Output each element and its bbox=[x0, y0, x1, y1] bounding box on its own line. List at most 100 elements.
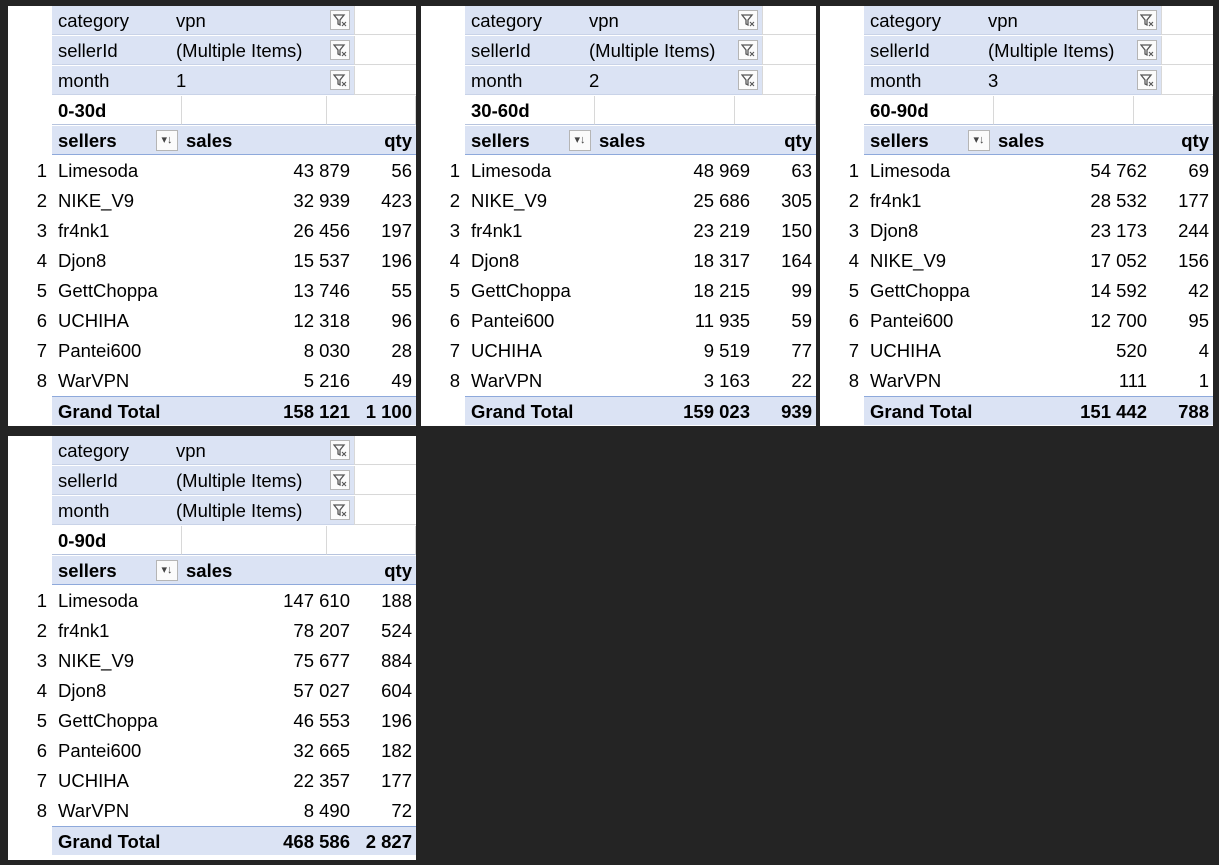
filter-funnel-icon[interactable] bbox=[330, 40, 350, 60]
table-row: 8 WarVPN 3 163 22 bbox=[421, 366, 816, 396]
filter-row-month: month 2 bbox=[421, 66, 816, 96]
filter-funnel-icon[interactable] bbox=[330, 500, 350, 520]
column-header-sellers[interactable]: sellers ▾↓ bbox=[52, 556, 182, 585]
seller-name: UCHIHA bbox=[870, 340, 941, 361]
filter-label: category bbox=[465, 6, 585, 35]
filter-button-cell bbox=[327, 436, 354, 465]
sales-value: 26 456 bbox=[293, 220, 350, 241]
qty-value: 305 bbox=[781, 190, 812, 211]
empty-cell bbox=[1161, 36, 1213, 65]
filter-row-month: month 3 bbox=[820, 66, 1213, 96]
filter-row-category: category vpn bbox=[421, 6, 816, 36]
row-index: 4 bbox=[848, 250, 859, 271]
filter-funnel-icon[interactable] bbox=[1137, 70, 1157, 90]
filter-funnel-icon[interactable] bbox=[738, 40, 758, 60]
seller-name: fr4nk1 bbox=[471, 220, 523, 241]
sales-value: 8 490 bbox=[303, 800, 350, 821]
table-row: 3 fr4nk1 23 219 150 bbox=[421, 216, 816, 246]
table-row: 5 GettChoppa 46 553 196 bbox=[8, 706, 416, 736]
filter-value: (Multiple Items) bbox=[585, 36, 735, 65]
period-label: 60-90d bbox=[864, 96, 994, 125]
sales-value: 12 700 bbox=[1090, 310, 1147, 331]
seller-name: fr4nk1 bbox=[58, 620, 110, 641]
sales-value: 78 207 bbox=[293, 620, 350, 641]
filter-button-cell bbox=[735, 36, 762, 65]
sort-descending-icon[interactable]: ▾↓ bbox=[156, 130, 178, 151]
qty-value: 524 bbox=[381, 620, 412, 641]
filter-funnel-icon[interactable] bbox=[330, 10, 350, 30]
table-row: 3 fr4nk1 26 456 197 bbox=[8, 216, 416, 246]
qty-value: 56 bbox=[391, 160, 412, 181]
grand-total-sales: 158 121 bbox=[182, 396, 356, 425]
filter-funnel-icon[interactable] bbox=[1137, 40, 1157, 60]
column-header-sales: sales bbox=[595, 126, 756, 155]
filter-value: 1 bbox=[172, 66, 327, 95]
sales-value: 54 762 bbox=[1090, 160, 1147, 181]
row-index: 6 bbox=[36, 310, 47, 331]
filter-funnel-icon[interactable] bbox=[330, 440, 350, 460]
seller-name: GettChoppa bbox=[870, 280, 970, 301]
filter-value: vpn bbox=[984, 6, 1134, 35]
filter-label: month bbox=[465, 66, 585, 95]
table-row: 7 Pantei600 8 030 28 bbox=[8, 336, 416, 366]
row-index: 6 bbox=[36, 740, 47, 761]
grand-total-label: Grand Total bbox=[465, 396, 595, 425]
empty-cell bbox=[354, 496, 416, 525]
table-row: 6 Pantei600 11 935 59 bbox=[421, 306, 816, 336]
seller-name: Pantei600 bbox=[870, 310, 954, 331]
sort-descending-icon[interactable]: ▾↓ bbox=[156, 560, 178, 581]
qty-value: 59 bbox=[791, 310, 812, 331]
row-index: 2 bbox=[36, 620, 47, 641]
qty-value: 49 bbox=[391, 370, 412, 391]
column-header-sellers-label: sellers bbox=[58, 560, 117, 581]
qty-value: 150 bbox=[781, 220, 812, 241]
filter-button-cell bbox=[1134, 66, 1161, 95]
filter-value: 2 bbox=[585, 66, 735, 95]
seller-name: WarVPN bbox=[58, 800, 130, 821]
sales-value: 111 bbox=[1118, 370, 1147, 391]
sort-descending-icon[interactable]: ▾↓ bbox=[569, 130, 591, 151]
filter-funnel-icon[interactable] bbox=[330, 470, 350, 490]
qty-value: 55 bbox=[391, 280, 412, 301]
table-row: 1 Limesoda 43 879 56 bbox=[8, 156, 416, 186]
grand-total-row: Grand Total 159 023 939 bbox=[421, 396, 816, 426]
seller-name: GettChoppa bbox=[471, 280, 571, 301]
sales-value: 48 969 bbox=[693, 160, 750, 181]
column-header-sellers[interactable]: sellers ▾↓ bbox=[465, 126, 595, 155]
empty-cell bbox=[354, 6, 416, 35]
filter-value: vpn bbox=[172, 6, 327, 35]
seller-name: Limesoda bbox=[471, 160, 552, 181]
table-row: 7 UCHIHA 520 4 bbox=[820, 336, 1213, 366]
filter-funnel-icon[interactable] bbox=[1137, 10, 1157, 30]
column-header-sellers-label: sellers bbox=[471, 130, 530, 151]
seller-name: NIKE_V9 bbox=[870, 250, 947, 271]
qty-value: 177 bbox=[1178, 190, 1209, 211]
filter-funnel-icon[interactable] bbox=[738, 10, 758, 30]
sales-value: 3 163 bbox=[703, 370, 750, 391]
filter-button-cell bbox=[735, 66, 762, 95]
filter-funnel-icon[interactable] bbox=[738, 70, 758, 90]
qty-value: 22 bbox=[791, 370, 812, 391]
seller-name: GettChoppa bbox=[58, 710, 158, 731]
filter-funnel-icon[interactable] bbox=[330, 70, 350, 90]
row-index: 1 bbox=[36, 590, 47, 611]
row-index: 3 bbox=[36, 220, 47, 241]
filter-row-sellerid: sellerId (Multiple Items) bbox=[8, 466, 416, 496]
qty-value: 1 bbox=[1198, 370, 1209, 391]
sort-descending-icon[interactable]: ▾↓ bbox=[968, 130, 990, 151]
column-header-sellers[interactable]: sellers ▾↓ bbox=[52, 126, 182, 155]
filter-row-sellerid: sellerId (Multiple Items) bbox=[820, 36, 1213, 66]
header-row: sellers ▾↓ sales qty bbox=[8, 126, 416, 156]
filter-button-cell bbox=[327, 66, 354, 95]
row-index: 2 bbox=[848, 190, 859, 211]
grand-total-row: Grand Total 158 121 1 100 bbox=[8, 396, 416, 426]
filter-label: sellerId bbox=[52, 466, 172, 495]
header-row: sellers ▾↓ sales qty bbox=[8, 556, 416, 586]
table-row: 1 Limesoda 54 762 69 bbox=[820, 156, 1213, 186]
column-header-sellers[interactable]: sellers ▾↓ bbox=[864, 126, 994, 155]
sales-value: 14 592 bbox=[1090, 280, 1147, 301]
empty-cell bbox=[1161, 6, 1213, 35]
row-index: 1 bbox=[848, 160, 859, 181]
pivot-table: category vpn sellerId (Multiple Items) month… bbox=[820, 6, 1213, 426]
row-index: 1 bbox=[449, 160, 460, 181]
